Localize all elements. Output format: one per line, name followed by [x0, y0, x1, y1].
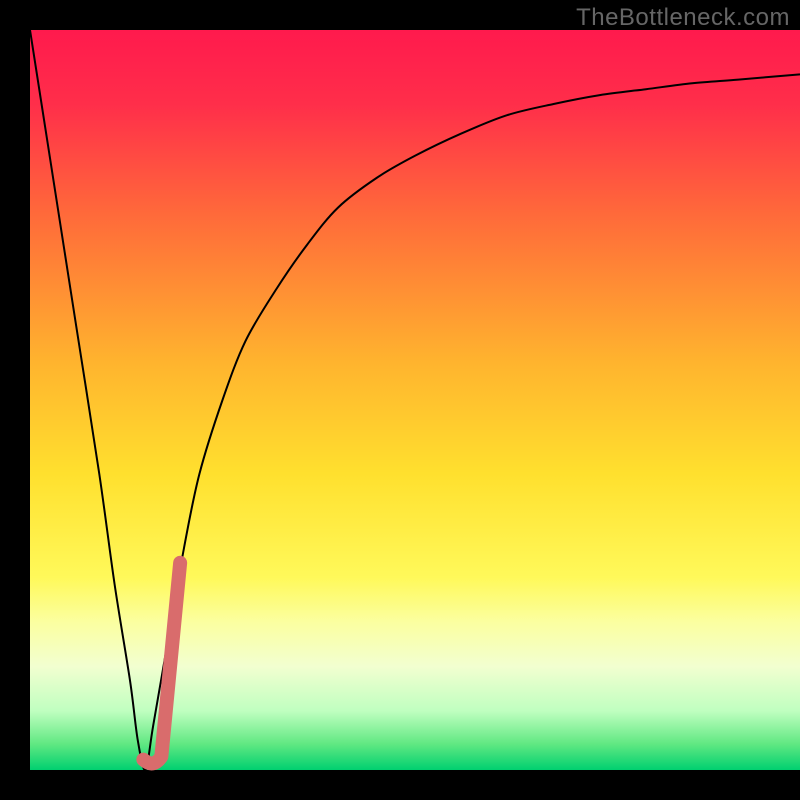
chart-svg [0, 0, 800, 800]
plot-background [30, 30, 800, 770]
watermark-text: TheBottleneck.com [576, 4, 790, 32]
